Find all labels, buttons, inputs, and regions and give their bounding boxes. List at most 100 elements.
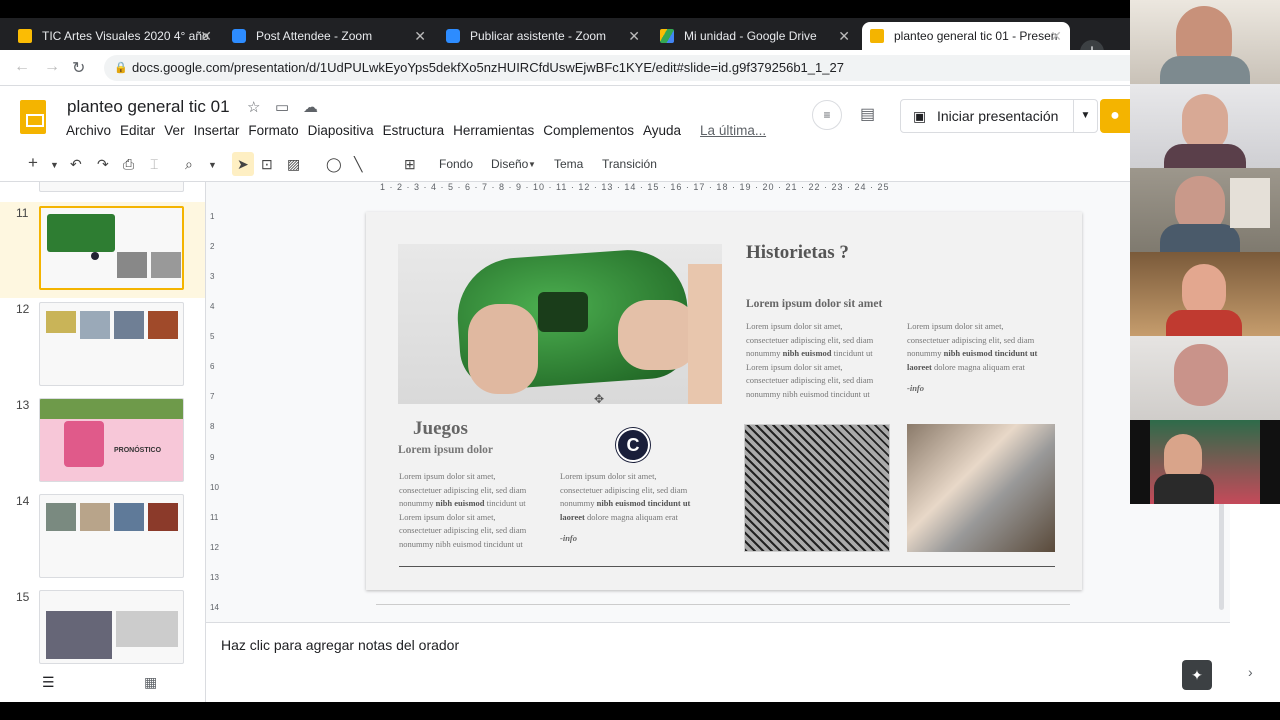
text-column-4[interactable]: Lorem ipsum dolor sit amet, consectetuer…: [560, 470, 720, 546]
text-column-3[interactable]: Lorem ipsum dolor sit amet, consectetuer…: [399, 470, 559, 551]
slide-subheading-left[interactable]: Lorem ipsum dolor: [398, 444, 493, 456]
document-title[interactable]: planteo general tic 01: [67, 97, 230, 117]
text-line: dolore magna aliquam erat: [931, 361, 1025, 372]
ruler-tick: 12: [210, 542, 219, 552]
background-button[interactable]: Fondo: [439, 157, 473, 171]
menu-estructura[interactable]: Estructura: [383, 123, 445, 138]
zoom-icon[interactable]: ⌕: [185, 156, 193, 173]
text-line: nonummy: [560, 498, 597, 508]
comments-icon[interactable]: ▤: [860, 104, 875, 124]
video-participant-1[interactable]: [1130, 0, 1280, 84]
close-icon[interactable]: ✕: [838, 28, 850, 45]
slide-number: 12: [16, 302, 30, 316]
menu-diapositiva[interactable]: Diapositiva: [308, 123, 374, 138]
current-slide[interactable]: ✥ Historietas ? Lorem ipsum dolor sit am…: [366, 212, 1082, 590]
lock-icon: 🔒: [114, 62, 128, 74]
browser-tab[interactable]: Publicar asistente - Zoom ✕: [438, 22, 648, 50]
line-icon[interactable]: ╲: [354, 156, 362, 173]
browser-tab[interactable]: Mi unidad - Google Drive ✕: [652, 22, 858, 50]
slide-thumbnail-selected[interactable]: [39, 206, 184, 290]
menu-herramientas[interactable]: Herramientas: [453, 123, 534, 138]
chevron-down-icon[interactable]: ▼: [50, 160, 59, 170]
transition-button[interactable]: Transición: [602, 157, 657, 171]
video-participant-4[interactable]: [1130, 252, 1280, 336]
controller-center: [538, 292, 588, 332]
copyright-logo-icon[interactable]: C: [616, 428, 650, 462]
grid-view-icon[interactable]: ▦: [144, 674, 157, 691]
star-icon[interactable]: ☆: [247, 98, 260, 116]
video-participant-2[interactable]: [1130, 84, 1280, 168]
move-folder-icon[interactable]: ▭: [275, 98, 289, 116]
person-silhouette: [1160, 224, 1240, 252]
close-icon[interactable]: ✕: [628, 28, 640, 45]
chevron-right-icon[interactable]: ›: [1248, 664, 1253, 680]
slide-heading-right[interactable]: Historietas ?: [746, 242, 849, 264]
slide-thumbnail[interactable]: [39, 302, 184, 386]
back-icon[interactable]: ←: [14, 58, 30, 76]
cloud-status-icon[interactable]: ☁: [303, 98, 318, 116]
chevron-down-icon[interactable]: ▼: [208, 160, 217, 170]
layout-button[interactable]: Diseño: [491, 157, 528, 171]
image-icon[interactable]: ▨: [287, 156, 300, 173]
present-button[interactable]: ▣ Iniciar presentación ▼: [900, 99, 1098, 133]
present-dropdown-icon[interactable]: ▼: [1073, 100, 1097, 132]
slide-thumbnail[interactable]: [39, 494, 184, 578]
redo-icon[interactable]: ↷: [97, 156, 109, 173]
comic-image-1[interactable]: [744, 424, 890, 552]
undo-icon[interactable]: ↶: [70, 156, 82, 173]
image-thumb: [40, 399, 183, 419]
video-participant-6[interactable]: [1130, 420, 1280, 504]
explore-icon[interactable]: ✦: [1182, 660, 1212, 690]
new-slide-icon[interactable]: +: [28, 153, 38, 173]
hand-shape: [468, 304, 538, 394]
comic-image-2[interactable]: [907, 424, 1055, 552]
controller-image[interactable]: [398, 244, 722, 404]
ruler-tick: 6: [210, 362, 215, 372]
print-icon[interactable]: ⎙: [123, 156, 134, 173]
reload-icon[interactable]: ↻: [72, 58, 85, 78]
close-icon[interactable]: ✕: [200, 28, 212, 45]
text-column-2[interactable]: Lorem ipsum dolor sit amet, consectetuer…: [907, 320, 1067, 396]
menu-ayuda[interactable]: Ayuda: [643, 123, 681, 138]
shape-icon[interactable]: ◯: [326, 156, 342, 173]
vertical-scrollbar[interactable]: [1219, 502, 1224, 610]
slide-thumbnail[interactable]: [39, 182, 184, 192]
speaker-notes[interactable]: Haz clic para agregar notas del orador: [206, 622, 1230, 702]
select-icon[interactable]: ➤: [237, 156, 249, 173]
menu-formato[interactable]: Formato: [248, 123, 298, 138]
menu-archivo[interactable]: Archivo: [66, 123, 111, 138]
slide-number: 15: [16, 590, 30, 604]
menu-ver[interactable]: Ver: [164, 123, 184, 138]
paint-format-icon[interactable]: ⌶: [150, 156, 158, 173]
close-icon[interactable]: ✕: [414, 28, 426, 45]
browser-tab[interactable]: Post Attendee - Zoom ✕: [224, 22, 434, 50]
slides-logo-icon[interactable]: [20, 100, 46, 134]
forward-icon[interactable]: →: [44, 58, 60, 76]
theme-button[interactable]: Tema: [554, 157, 583, 171]
slide-thumbnail[interactable]: [39, 590, 184, 664]
close-icon[interactable]: ✕: [1050, 28, 1062, 45]
textbox-icon[interactable]: ⊡: [261, 156, 273, 173]
slide-heading-left[interactable]: Juegos: [413, 418, 468, 440]
text-column-1[interactable]: Lorem ipsum dolor sit amet, consectetuer…: [746, 320, 906, 401]
image-thumb: [114, 311, 144, 339]
add-comment-icon[interactable]: ⊞: [404, 156, 416, 173]
ruler-tick: 2: [210, 242, 215, 252]
last-edit-link[interactable]: La última...: [700, 123, 766, 138]
filmstrip-view-icon[interactable]: ☰: [42, 674, 55, 691]
video-participant-3[interactable]: [1130, 168, 1280, 252]
url-field[interactable]: 🔒 docs.google.com/presentation/d/1UdPULw…: [104, 55, 1130, 81]
slide-subheading-right[interactable]: Lorem ipsum dolor sit amet: [746, 298, 882, 310]
move-cursor-icon: ✥: [594, 392, 605, 406]
browser-tab[interactable]: TIC Artes Visuales 2020 4° año ✕: [10, 22, 220, 50]
menu-complementos[interactable]: Complementos: [543, 123, 634, 138]
slide-thumbnail[interactable]: PRONÓSTICO: [39, 398, 184, 482]
menu-insertar[interactable]: Insertar: [194, 123, 240, 138]
activity-icon[interactable]: ≡: [812, 100, 842, 130]
menu-editar[interactable]: Editar: [120, 123, 155, 138]
text-line: nonummy: [907, 348, 944, 358]
share-button[interactable]: ●: [1100, 99, 1130, 133]
browser-tab-active[interactable]: planteo general tic 01 - Presen ✕: [862, 22, 1070, 50]
chevron-down-icon[interactable]: ▼: [528, 160, 536, 169]
video-participant-5[interactable]: [1130, 336, 1280, 420]
